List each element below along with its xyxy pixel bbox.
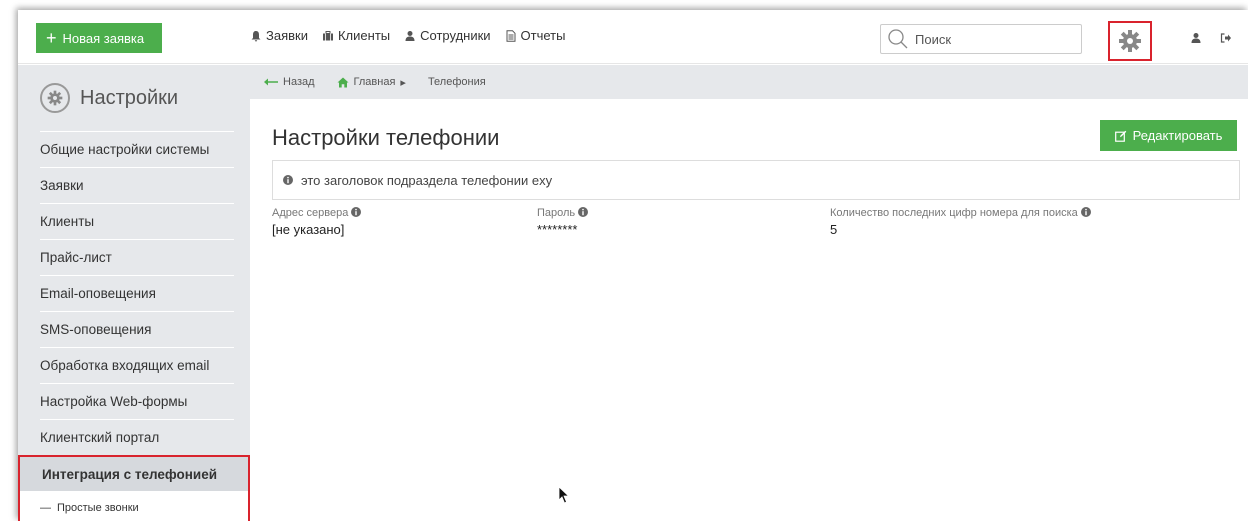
back-label: Назад <box>283 76 315 88</box>
sidebar-item-label: Общие настройки системы <box>40 141 210 157</box>
dash-marker: — <box>40 502 51 514</box>
field-value: ******** <box>537 222 578 237</box>
settings-sidebar: Настройки Общие настройки системы Заявки… <box>18 65 250 521</box>
sidebar-item-label: SMS-оповещения <box>40 321 152 337</box>
search-box[interactable] <box>880 24 1082 54</box>
nav-item-clients[interactable]: Клиенты <box>322 28 390 43</box>
sidebar-header: Настройки <box>18 65 250 131</box>
new-request-button[interactable]: + Новая заявка <box>36 23 162 53</box>
sidebar-item-clients[interactable]: Клиенты <box>18 203 250 239</box>
sidebar-item-label: Заявки <box>40 177 84 193</box>
briefcase-icon <box>322 30 333 40</box>
sidebar-item-requests[interactable]: Заявки <box>18 167 250 203</box>
gear-icon <box>47 90 63 106</box>
top-bar: + Новая заявка Заявки Клиенты Сотрудники… <box>18 10 1248 64</box>
sidebar-subitem-label: Простые звонки <box>57 502 139 514</box>
settings-circle <box>40 83 70 113</box>
sidebar-item-label: Клиентский портал <box>40 429 160 445</box>
field-digits-count: Количество последних цифр номера для пои… <box>830 207 1091 237</box>
info-icon <box>351 207 362 217</box>
nav-item-employees[interactable]: Сотрудники <box>404 28 491 43</box>
nav-label: Клиенты <box>337 28 391 43</box>
mouse-cursor-icon <box>558 486 570 504</box>
edit-icon <box>1114 130 1126 142</box>
sidebar-item-sms-notifications[interactable]: SMS-оповещения <box>18 311 250 347</box>
back-link[interactable]: Назад <box>264 76 315 88</box>
logout-icon <box>1220 33 1231 43</box>
main-content: Настройки телефонии Редактировать это за… <box>250 99 1248 521</box>
sidebar-item-label: Прайс-лист <box>40 249 112 265</box>
breadcrumb-current: Телефония <box>427 76 486 88</box>
sidebar-item-label: Интеграция с телефонией <box>42 466 218 482</box>
edit-label: Редактировать <box>1132 128 1223 143</box>
app-window: + Новая заявка Заявки Клиенты Сотрудники… <box>18 10 1248 521</box>
search-icon <box>888 29 908 49</box>
sidebar-item-incoming-email[interactable]: Обработка входящих email <box>18 347 250 383</box>
arrow-left-icon <box>264 78 278 86</box>
logout-button[interactable] <box>1220 32 1232 47</box>
nav-item-requests[interactable]: Заявки <box>250 28 308 43</box>
settings-button[interactable] <box>1108 21 1152 61</box>
new-request-label: Новая заявка <box>62 30 145 46</box>
sidebar-item-general[interactable]: Общие настройки системы <box>18 131 250 167</box>
sidebar-title: Настройки <box>80 86 179 109</box>
info-icon <box>1080 207 1091 217</box>
profile-button[interactable] <box>1190 32 1202 47</box>
nav-item-reports[interactable]: Отчеты <box>505 28 566 43</box>
edit-button[interactable]: Редактировать <box>1100 120 1237 151</box>
field-label: Адрес сервера <box>272 207 362 219</box>
info-panel: это заголовок подраздела телефонии exy <box>272 160 1240 200</box>
document-icon <box>506 29 516 42</box>
main-nav: Заявки Клиенты Сотрудники Отчеты <box>250 28 565 43</box>
user-icon <box>405 30 415 41</box>
bell-icon <box>251 30 261 41</box>
sidebar-item-label: Обработка входящих email <box>40 357 210 373</box>
field-label-text: Количество последних цифр номера для пои… <box>830 207 1078 219</box>
sidebar-subitem-simple-calls[interactable]: — Простые звонки <box>18 491 250 521</box>
sidebar-item-label: Клиенты <box>40 213 95 229</box>
field-server-address: Адрес сервера [не указано] <box>272 207 362 237</box>
chevron-right-icon: ▸ <box>400 76 406 89</box>
gear-icon <box>1119 30 1141 52</box>
user-icon <box>1191 33 1201 43</box>
nav-label: Отчеты <box>520 28 566 43</box>
field-label-text: Адрес сервера <box>272 207 349 219</box>
field-label-text: Пароль <box>537 207 576 219</box>
sidebar-item-telephony[interactable]: Интеграция с телефонией <box>18 455 250 491</box>
home-icon <box>337 77 349 87</box>
sidebar-item-client-portal[interactable]: Клиентский портал <box>18 419 250 455</box>
home-link[interactable]: Главная ▸ <box>337 76 406 89</box>
info-icon <box>283 175 293 185</box>
plus-icon: + <box>46 28 57 48</box>
sidebar-item-email-notifications[interactable]: Email-оповещения <box>18 275 250 311</box>
info-text: это заголовок подраздела телефонии exy <box>301 172 553 188</box>
field-password: Пароль ******** <box>537 207 589 237</box>
search-input[interactable] <box>915 31 1075 47</box>
info-icon <box>578 207 589 217</box>
nav-label: Заявки <box>266 28 308 43</box>
home-label: Главная <box>353 76 396 88</box>
breadcrumb: Назад Главная ▸ Телефония <box>250 65 1248 99</box>
nav-label: Сотрудники <box>420 28 491 43</box>
field-label: Количество последних цифр номера для пои… <box>830 207 1091 219</box>
field-label: Пароль <box>537 207 589 219</box>
sidebar-item-label: Настройка Web-формы <box>40 393 188 409</box>
field-value: [не указано] <box>272 222 345 237</box>
sidebar-item-label: Email-оповещения <box>40 285 156 301</box>
page-title: Настройки телефонии <box>272 125 500 150</box>
sidebar-item-web-form[interactable]: Настройка Web-формы <box>18 383 250 419</box>
sidebar-item-price-list[interactable]: Прайс-лист <box>18 239 250 275</box>
field-value: 5 <box>830 222 838 237</box>
